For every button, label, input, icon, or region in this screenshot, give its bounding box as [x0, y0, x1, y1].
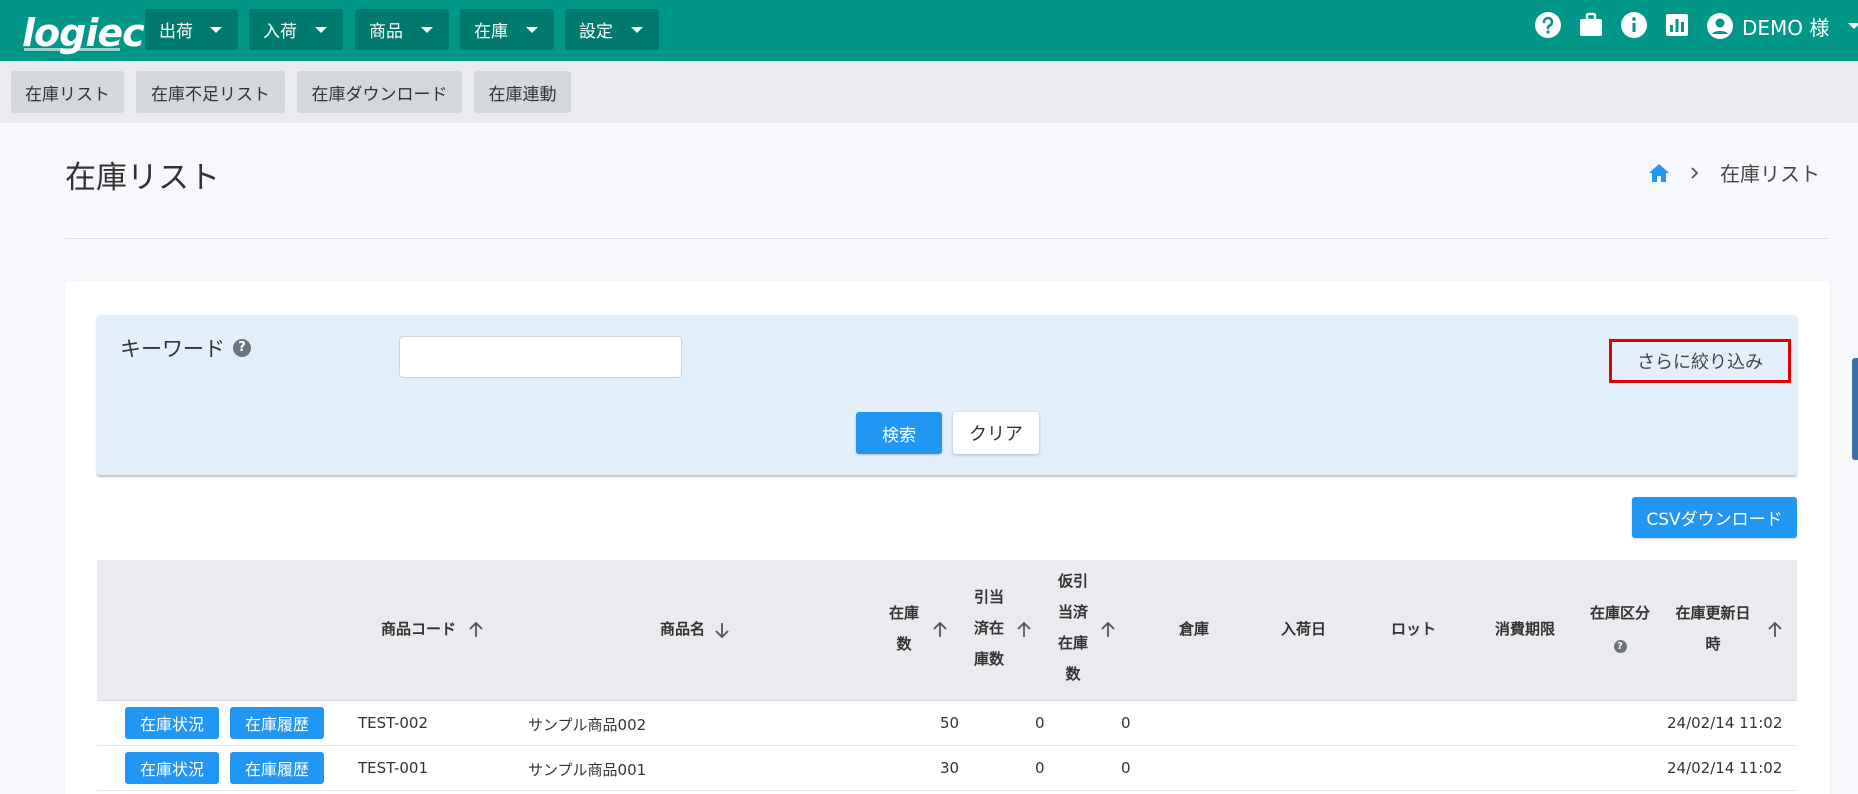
sort-desc-icon[interactable]: [715, 622, 729, 638]
user-menu[interactable]: DEMO 様: [1706, 11, 1829, 41]
th-temp-allocated-line4: 数: [1065, 665, 1081, 683]
menu-receiving[interactable]: 入荷: [249, 9, 343, 50]
sort-asc-icon[interactable]: [1101, 622, 1115, 638]
top-navbar: logiec 出荷 入荷 商品 在庫 設定 DEMO 様: [0, 0, 1858, 61]
caret-down-icon: [315, 27, 327, 33]
stock-status-button[interactable]: 在庫状況: [125, 752, 219, 784]
menu-shipping-label: 出荷: [159, 22, 193, 42]
keyword-help-icon[interactable]: ?: [233, 339, 251, 357]
sort-asc-icon[interactable]: [933, 622, 947, 638]
th-stock-category: 在庫区分 ?: [1587, 598, 1653, 660]
keyword-input[interactable]: [399, 336, 682, 378]
table-row: 在庫状況 在庫履歴 TEST-002 サンプル商品002 50 0 0 24/0…: [97, 701, 1797, 746]
keyword-label: キーワード ?: [120, 333, 251, 363]
menu-shipping[interactable]: 出荷: [145, 9, 238, 50]
breadcrumb: 在庫リスト: [1648, 158, 1820, 187]
cell-temp-allocated-qty: 0: [1121, 759, 1131, 777]
subnav-stock-list[interactable]: 在庫リスト: [11, 71, 124, 113]
th-product-name-label: 商品名: [660, 620, 706, 638]
cell-stock-qty: 50: [940, 714, 960, 732]
user-name: DEMO 様: [1742, 15, 1830, 40]
th-product-code[interactable]: 商品コード: [381, 614, 456, 645]
th-arrival-date: 入荷日: [1281, 620, 1327, 638]
th-stock-qty-line1: 在庫: [888, 604, 919, 622]
page-title: 在庫リスト: [65, 160, 220, 196]
th-updated-line2: 時: [1705, 635, 1721, 653]
th-temp-allocated-qty[interactable]: 仮引 当済 在庫 数: [1053, 566, 1093, 690]
th-updated-at[interactable]: 在庫更新日 時: [1670, 598, 1756, 660]
th-product-code-label: 商品コード: [381, 620, 457, 638]
cell-product-name: サンプル商品001: [528, 761, 647, 779]
table-row: 在庫状況 在庫履歴 TEST-001 サンプル商品001 30 0 0 24/0…: [97, 746, 1797, 791]
th-stock-qty[interactable]: 在庫 数: [884, 598, 924, 660]
caret-down-icon: [421, 27, 433, 33]
help-icon[interactable]: [1534, 11, 1562, 39]
subnav-stock-shortage[interactable]: 在庫不足リスト: [136, 71, 285, 113]
th-allocated-qty[interactable]: 引当 済在 庫数: [969, 582, 1009, 675]
th-expiry: 消費期限: [1495, 620, 1556, 638]
th-allocated-line1: 引当: [973, 588, 1004, 606]
cell-allocated-qty: 0: [1035, 714, 1045, 732]
search-button[interactable]: 検索: [856, 412, 942, 454]
chevron-right-icon: [1691, 166, 1699, 179]
cell-allocated-qty: 0: [1035, 759, 1045, 777]
cell-product-name: サンプル商品002: [528, 716, 647, 734]
cell-product-code: TEST-001: [358, 759, 428, 777]
account-circle-icon: [1707, 13, 1733, 39]
th-product-name[interactable]: 商品名: [660, 614, 705, 645]
search-panel: [97, 315, 1797, 475]
cell-stock-qty: 30: [940, 759, 960, 777]
menu-products-label: 商品: [369, 22, 403, 42]
keyword-label-text: キーワード: [120, 337, 225, 361]
clear-button[interactable]: クリア: [953, 412, 1039, 454]
menu-receiving-label: 入荷: [263, 22, 297, 42]
cell-updated-at: 24/02/14 11:02: [1667, 759, 1783, 777]
stock-history-button[interactable]: 在庫履歴: [230, 707, 324, 739]
caret-down-icon: [210, 27, 222, 33]
report-chart-icon[interactable]: [1663, 11, 1691, 39]
logo-underline: [24, 48, 120, 51]
cell-product-code: TEST-002: [358, 714, 428, 732]
menu-inventory[interactable]: 在庫: [460, 9, 554, 50]
user-caret-down-icon[interactable]: [1848, 23, 1858, 29]
stock-status-button[interactable]: 在庫状況: [125, 707, 219, 739]
caret-down-icon: [631, 27, 643, 33]
cell-temp-allocated-qty: 0: [1121, 714, 1131, 732]
narrow-search-button[interactable]: さらに絞り込み: [1609, 339, 1791, 383]
th-allocated-line2: 済在: [973, 619, 1004, 637]
sort-asc-icon[interactable]: [469, 622, 483, 638]
cell-updated-at: 24/02/14 11:02: [1667, 714, 1783, 732]
subnav-stock-sync[interactable]: 在庫連動: [474, 71, 571, 113]
briefcase-icon[interactable]: [1577, 11, 1605, 39]
th-lot: ロット: [1391, 620, 1437, 638]
th-warehouse: 倉庫: [1179, 620, 1210, 638]
th-temp-allocated-line3: 在庫: [1057, 634, 1088, 652]
th-updated-line1: 在庫更新日: [1675, 604, 1751, 622]
sort-asc-icon[interactable]: [1768, 622, 1782, 638]
table-header: 商品コード 商品名 在庫 数 引当 済在 庫数 仮引 当済 在庫 数 倉庫 入荷…: [97, 560, 1797, 701]
info-icon[interactable]: [1620, 11, 1648, 39]
caret-down-icon: [526, 27, 538, 33]
subnav-stock-download[interactable]: 在庫ダウンロード: [297, 71, 462, 113]
home-icon[interactable]: [1648, 163, 1670, 183]
menu-inventory-label: 在庫: [474, 22, 508, 42]
side-panel-tab[interactable]: [1852, 358, 1858, 460]
category-help-icon[interactable]: ?: [1613, 640, 1627, 653]
th-allocated-line3: 庫数: [973, 650, 1004, 668]
breadcrumb-current: 在庫リスト: [1720, 162, 1820, 186]
csv-download-button[interactable]: CSVダウンロード: [1632, 497, 1797, 538]
th-temp-allocated-line2: 当済: [1057, 603, 1088, 621]
sort-asc-icon[interactable]: [1017, 622, 1031, 638]
stock-history-button[interactable]: 在庫履歴: [230, 752, 324, 784]
menu-products[interactable]: 商品: [355, 9, 449, 50]
menu-settings[interactable]: 設定: [565, 9, 659, 50]
th-stock-category-label: 在庫区分: [1589, 604, 1650, 622]
th-temp-allocated-line1: 仮引: [1057, 572, 1088, 590]
sub-navbar: 在庫リスト 在庫不足リスト 在庫ダウンロード 在庫連動: [0, 61, 1858, 123]
th-stock-qty-line2: 数: [896, 635, 912, 653]
menu-settings-label: 設定: [579, 22, 613, 42]
title-divider: [65, 238, 1829, 239]
